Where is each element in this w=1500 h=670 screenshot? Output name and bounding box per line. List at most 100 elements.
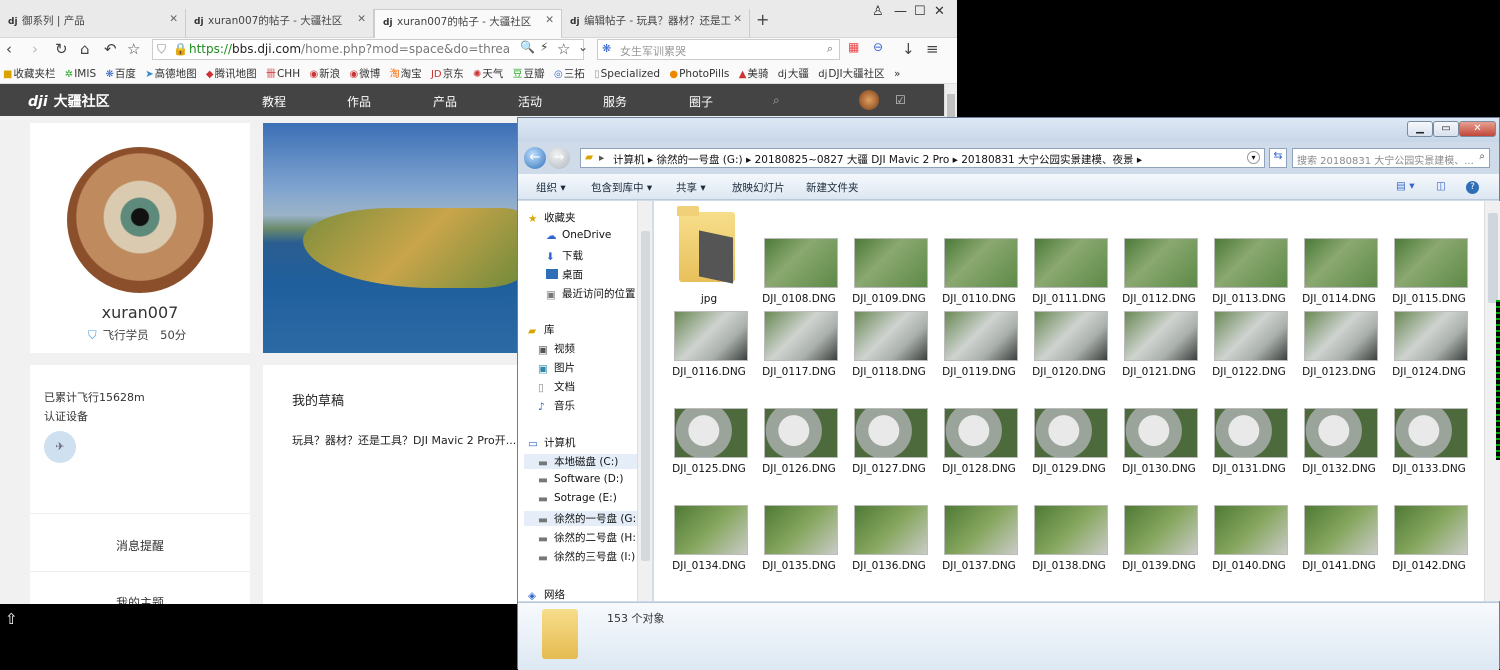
file-item[interactable]: DJI_0131.DNG [1204, 377, 1294, 475]
nav-works[interactable]: 作品 [347, 93, 371, 110]
bookmark-photopills[interactable]: ●PhotoPills [666, 65, 732, 80]
search-icon[interactable]: ⌕ [827, 42, 833, 56]
nav-tutorials[interactable]: 教程 [262, 93, 286, 110]
close-button[interactable]: ✕ [1459, 121, 1496, 137]
bookmark-taobao[interactable]: 淘淘宝 [387, 62, 425, 81]
bookmark-tencent-map[interactable]: ◆腾讯地图 [203, 63, 260, 81]
nav-desktop[interactable]: 桌面 [546, 267, 583, 282]
nav-drive-d[interactable]: ▬ Software (D:) [538, 473, 623, 486]
nav-downloads[interactable]: ⬇ 下载 [546, 248, 583, 263]
nav-scrollbar[interactable] [637, 201, 652, 601]
refresh-icon[interactable]: ⇆ [1269, 148, 1287, 168]
file-item[interactable]: DJI_0124.DNG [1384, 280, 1474, 378]
file-item[interactable]: DJI_0129.DNG [1024, 377, 1114, 475]
nav-pictures[interactable]: ▣ 图片 [538, 360, 575, 375]
close-icon[interactable]: ✕ [169, 13, 178, 25]
profile-avatar[interactable] [67, 147, 213, 293]
file-item[interactable]: DJI_0125.DNG [664, 377, 754, 475]
bookmark-dji[interactable]: dj大疆 [775, 63, 812, 81]
tab-4[interactable]: dj 编辑帖子 - 玩具？器材？还是工 ✕ [562, 9, 750, 38]
forward-button[interactable]: → [548, 147, 570, 169]
nav-drive-g[interactable]: ▬ 徐然的一号盘 (G:) [524, 511, 640, 526]
bookmark-meiqi[interactable]: ▲美骑 [736, 63, 772, 81]
crumb-computer[interactable]: 计算机 [613, 154, 645, 166]
crumb-current-folder[interactable]: 20180831 大宁公园实景建模、夜景 [961, 154, 1133, 166]
minimize-button[interactable]: ▁ [1407, 121, 1433, 137]
help-icon[interactable]: ? [1466, 181, 1479, 194]
bookmark-folder[interactable]: ■收藏夹栏 [0, 63, 58, 81]
bookmark-baidu[interactable]: ❋百度 [102, 63, 138, 81]
file-item[interactable]: DJI_0117.DNG [754, 280, 844, 378]
zoom-out-icon[interactable]: ⊖ [873, 40, 883, 54]
close-button[interactable]: ✕ [934, 4, 945, 19]
file-item[interactable]: DJI_0136.DNG [844, 474, 934, 572]
tab-1[interactable]: dj 御系列 | 产品 ✕ [0, 9, 186, 38]
lake-landscape-banner[interactable] [263, 123, 523, 353]
file-item[interactable]: DJI_0128.DNG [934, 377, 1024, 475]
nav-onedrive[interactable]: ☁ OneDrive [546, 229, 611, 242]
bookmark-specialized[interactable]: ▯Specialized [591, 65, 663, 80]
crumb-drive-g[interactable]: 徐然的一号盘 (G:) [656, 154, 742, 166]
file-item[interactable]: DJI_0135.DNG [754, 474, 844, 572]
view-options-icon[interactable]: ▤ ▾ [1396, 180, 1415, 192]
tab-2[interactable]: dj xuran007的帖子 - 大疆社区 ✕ [186, 9, 374, 38]
file-item[interactable]: DJI_0130.DNG [1114, 377, 1204, 475]
bookmark-dji-community[interactable]: djDJI大疆社区 [815, 63, 887, 81]
favorite-star-icon[interactable]: ☆ [557, 40, 570, 58]
nav-favorites[interactable]: ★ 收藏夹 [528, 210, 576, 225]
close-icon[interactable]: ✕ [357, 13, 366, 25]
maximize-button[interactable]: ▭ [1433, 121, 1459, 137]
shirt-icon[interactable]: ♙ [872, 4, 884, 19]
my-topics-link[interactable]: 我的主题 [30, 594, 250, 604]
bookmark-douban[interactable]: 豆豆瓣 [510, 62, 548, 81]
bookmark-more[interactable]: » [891, 65, 903, 80]
file-item[interactable]: DJI_0126.DNG [754, 377, 844, 475]
new-folder-button[interactable]: 新建文件夹 [806, 180, 859, 195]
nav-drive-h[interactable]: ▬ 徐然的二号盘 (H:) [538, 530, 640, 545]
nav-videos[interactable]: ▣ 视频 [538, 341, 575, 356]
menu-icon[interactable]: ≡ [926, 40, 939, 58]
bolt-icon[interactable]: ⚡ [540, 40, 548, 54]
file-item[interactable]: DJI_0140.DNG [1204, 474, 1294, 572]
bookmark-sina[interactable]: ◉新浪 [306, 63, 343, 81]
nav-circles[interactable]: 圈子 [689, 93, 713, 110]
organize-button[interactable]: 组织 ▾ [536, 180, 566, 195]
nav-service[interactable]: 服务 [603, 93, 627, 110]
star-button[interactable]: ☆ [127, 40, 140, 58]
apps-icon[interactable]: ▦ [848, 40, 859, 54]
chevron-down-icon[interactable]: ⌄ [578, 40, 588, 54]
nav-products[interactable]: 产品 [433, 93, 457, 110]
crumb-mavic-folder[interactable]: 20180825~0827 大疆 DJI Mavic 2 Pro [755, 154, 950, 166]
close-icon[interactable]: ✕ [733, 13, 742, 25]
share-button[interactable]: 共享 ▾ [676, 180, 706, 195]
bookmark-chh[interactable]: 卌CHH [263, 62, 303, 80]
nav-documents[interactable]: ▯ 文档 [538, 379, 575, 394]
tab-3-active[interactable]: dj xuran007的帖子 - 大疆社区 ✕ [374, 9, 562, 38]
slideshow-button[interactable]: 放映幻灯片 [732, 180, 785, 195]
minimize-button[interactable]: — [894, 4, 907, 19]
bookmark-weibo[interactable]: ◉微博 [347, 63, 384, 81]
search-input[interactable]: ❋ 女生军训累哭 ⌕ [597, 39, 840, 60]
undo-button[interactable]: ↶ [104, 40, 117, 58]
include-library-button[interactable]: 包含到库中 ▾ [591, 180, 652, 195]
file-item[interactable]: DJI_0137.DNG [934, 474, 1024, 572]
breadcrumb[interactable]: ▰ ▸ 计算机 ▸ 徐然的一号盘 (G:) ▸ 20180825~0827 大疆… [580, 148, 1265, 168]
nav-music[interactable]: ♪ 音乐 [538, 398, 575, 413]
bookmark-santuo[interactable]: ◎三拓 [551, 63, 588, 81]
file-item[interactable]: DJI_0127.DNG [844, 377, 934, 475]
nav-drive-e[interactable]: ▬ Sotrage (E:) [538, 492, 617, 505]
avatar[interactable] [859, 90, 879, 110]
dji-logo[interactable]: dji 大疆社区 [28, 91, 110, 111]
reload-button[interactable]: ↻ [55, 40, 68, 58]
username[interactable]: xuran007 [30, 303, 250, 322]
bookmark-amap[interactable]: ➤高德地图 [142, 63, 199, 81]
file-item[interactable]: DJI_0142.DNG [1384, 474, 1474, 572]
nav-drive-i[interactable]: ▬ 徐然的三号盘 (I:) [538, 549, 635, 564]
nav-computer[interactable]: ▭ 计算机 [528, 435, 576, 450]
close-icon[interactable]: ✕ [545, 14, 554, 26]
scroll-thumb[interactable] [1488, 213, 1498, 303]
file-item[interactable]: DJI_0133.DNG [1384, 377, 1474, 475]
download-icon[interactable]: ↓ [902, 40, 915, 58]
nav-drive-c[interactable]: ▬ 本地磁盘 (C:) [524, 454, 637, 469]
bookmark-jd[interactable]: JD京东 [428, 63, 467, 81]
